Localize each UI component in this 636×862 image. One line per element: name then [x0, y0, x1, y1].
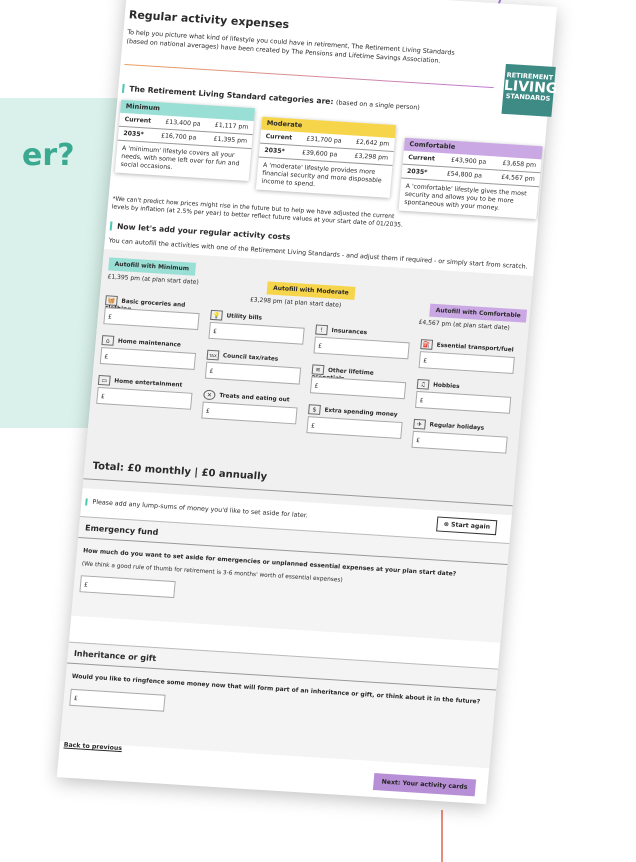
next-activity-cards-button[interactable]: Next: Your activity cards: [372, 773, 477, 797]
page-title: Regular activity expenses: [128, 8, 290, 32]
insurances-amount-field[interactable]: £: [313, 336, 410, 360]
plane-icon: ✈: [413, 418, 426, 430]
category-card-comfortable: Comfortable Current £43,900 pa £3,658 pm 2…: [398, 137, 543, 220]
fuel-icon: ⛽: [420, 339, 434, 350]
inheritance-amount-field[interactable]: £: [69, 688, 166, 712]
utility-bills-amount-field[interactable]: £: [208, 321, 305, 345]
value: £1,395 pm: [213, 135, 248, 145]
category-card-minimum: Minimum Current £13,400 pa £1,117 pm 2035*…: [114, 99, 256, 181]
item-label: Utility bills: [226, 313, 263, 322]
value: £3,658 pm: [502, 159, 537, 169]
value: £43,900 pa: [450, 156, 487, 166]
category-card-moderate: Moderate Current £31,700 pa £2,642 pm 2035…: [255, 116, 397, 198]
start-again-label: Start again: [450, 521, 491, 531]
gradient-divider: [124, 63, 494, 89]
cutlery-icon: ✕: [202, 389, 216, 401]
retirement-living-standards-logo: RETIREMENT LIVING STANDARDS: [501, 63, 558, 117]
regular-holidays-amount-field[interactable]: £: [411, 430, 508, 454]
value: £16,700 pa: [160, 132, 197, 142]
treats-amount-field[interactable]: £: [201, 401, 298, 425]
value: £1,117 pm: [214, 121, 249, 131]
value: £2,642 pm: [355, 138, 390, 148]
lumpsums-intro: Please add any lump-sums of money you'd …: [85, 498, 309, 520]
autofill-minimum-button[interactable]: Autofill with Minimum: [108, 257, 196, 276]
lightbulb-icon: 💡: [210, 309, 223, 321]
value: £13,400 pa: [165, 118, 201, 128]
item-label: Treats and eating out: [219, 393, 290, 404]
item-label: Home maintenance: [117, 338, 182, 349]
value: £4,567 pm: [500, 173, 536, 183]
expenses-sheet: Regular activity expenses To help you pi…: [56, 0, 558, 805]
hobbies-amount-field[interactable]: £: [414, 390, 512, 414]
tv-icon: ▭: [97, 374, 111, 386]
emergency-fund-section: Emergency fund How much do you want to s…: [71, 516, 510, 643]
item-label: Regular holidays: [429, 422, 485, 432]
hobbies-icon: ♫: [416, 378, 430, 390]
logo-line: STANDARDS: [505, 91, 551, 103]
extra-spending-amount-field[interactable]: £: [306, 416, 403, 440]
row-label: Current: [407, 153, 436, 163]
value: £3,298 pm: [354, 152, 389, 162]
value: £39,600 pa: [301, 149, 338, 159]
row-label: Current: [265, 132, 293, 142]
home-entertainment-amount-field[interactable]: £: [96, 386, 193, 410]
money-icon: $: [308, 404, 321, 415]
council-tax-amount-field[interactable]: £: [204, 361, 302, 385]
shield-icon: !: [315, 324, 329, 336]
item-label: Home entertainment: [113, 378, 183, 389]
item-label: Extra spending money: [324, 407, 398, 419]
item-label: Insurances: [331, 327, 368, 337]
value: £54,800 pa: [446, 170, 483, 180]
home-maintenance-amount-field[interactable]: £: [99, 347, 197, 370]
value: £31,700 pa: [306, 135, 342, 145]
row-label: 2035*: [123, 130, 145, 139]
emergency-fund-title: Emergency fund: [84, 523, 159, 537]
item-label: Council tax/rates: [222, 353, 279, 363]
background-question: er?: [22, 138, 75, 173]
item-label: Hobbies: [432, 382, 460, 391]
transport-amount-field[interactable]: £: [418, 351, 515, 374]
emergency-fund-amount-field[interactable]: £: [79, 575, 176, 599]
start-again-button[interactable]: ⊗ Start again: [436, 516, 498, 536]
house-icon: ⌂: [101, 335, 115, 346]
row-label: 2035*: [264, 146, 286, 156]
categories-heading-note: (based on a single person): [335, 99, 421, 112]
intro-text: To help you picture what kind of lifesty…: [126, 29, 455, 65]
autofill-moderate-button[interactable]: Autofill with Moderate: [266, 281, 356, 300]
item-label: Essential transport/fuel: [436, 342, 514, 354]
row-label: Current: [124, 116, 152, 125]
inheritance-section: Inheritance or gift Would you like to ri…: [60, 641, 499, 769]
inheritance-title: Inheritance or gift: [73, 648, 157, 664]
decorative-line: [441, 810, 443, 862]
row-label: 2035*: [406, 167, 428, 177]
tax-icon: TAX: [206, 349, 220, 361]
